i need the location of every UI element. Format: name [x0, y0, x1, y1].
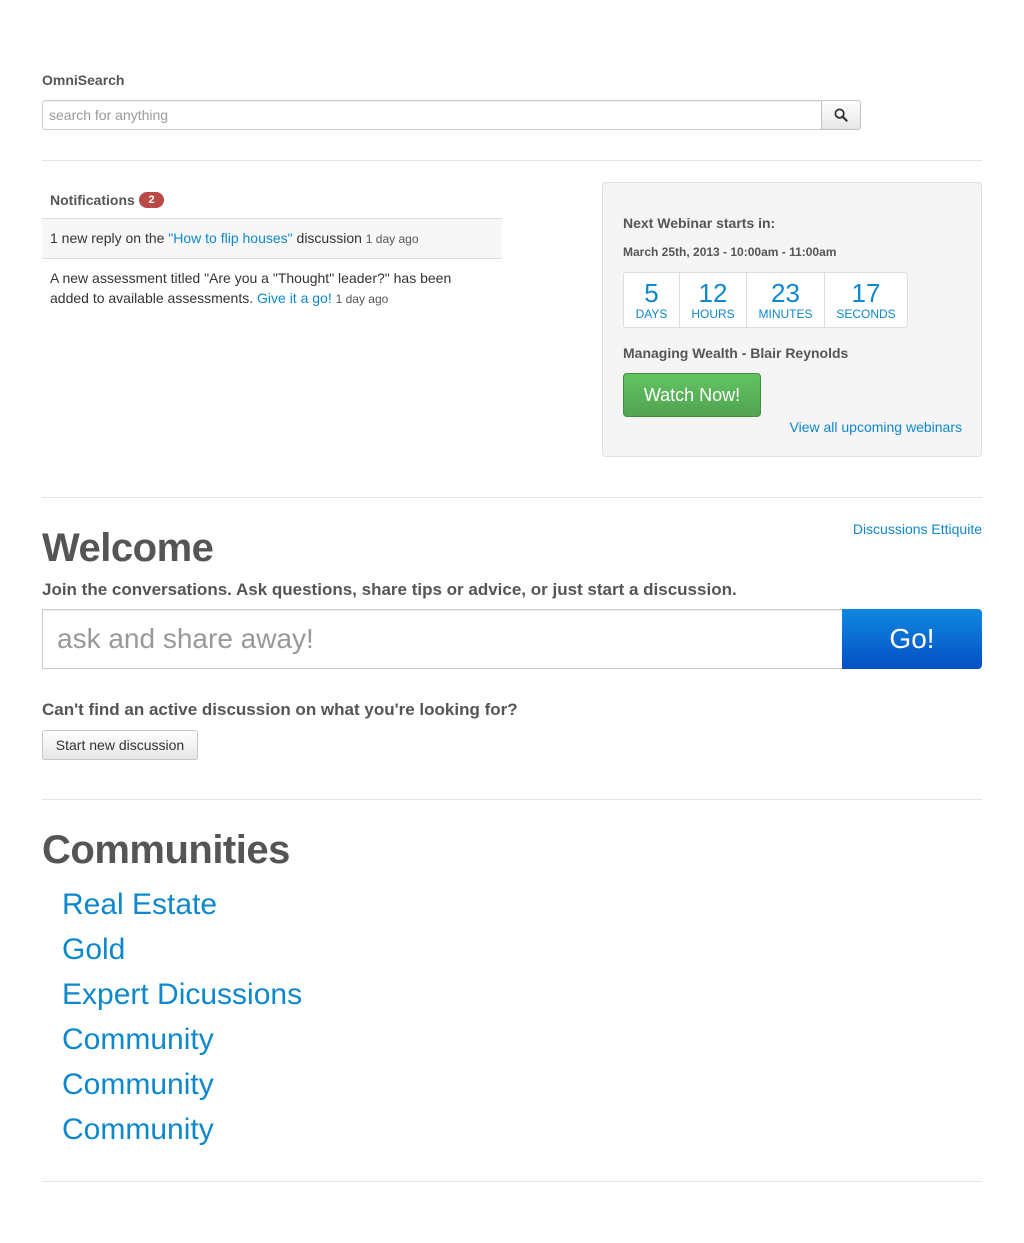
notifications-count-badge: 2 [139, 192, 164, 208]
notification-item: 1 new reply on the "How to flip houses" … [42, 218, 502, 258]
countdown-label: DAYS [635, 307, 668, 321]
community-link-gold[interactable]: Gold [62, 933, 125, 966]
divider [42, 799, 982, 800]
notification-time: 1 day ago [335, 292, 389, 306]
countdown-minutes: 23 MINUTES [747, 273, 825, 327]
community-item: Community [62, 1107, 302, 1152]
countdown-seconds: 17 SECONDS [825, 273, 907, 327]
countdown-value: 17 [851, 278, 881, 308]
notifications-list: 1 new reply on the "How to flip houses" … [42, 218, 502, 318]
webinar-title: Next Webinar starts in: [623, 215, 776, 231]
webinar-name: Managing Wealth - Blair Reynolds [623, 345, 849, 361]
notification-assessment-link[interactable]: Give it a go! [257, 290, 332, 306]
webinar-date: March 25th, 2013 - 10:00am - 11:00am [623, 245, 837, 259]
countdown-label: HOURS [691, 307, 735, 321]
omnisearch-label: OmniSearch [42, 72, 125, 88]
notification-text: A new assessment titled "Are you a "Thou… [50, 270, 452, 306]
welcome-heading: Welcome [42, 526, 214, 570]
countdown-value: 12 [698, 278, 728, 308]
notification-item: A new assessment titled "Are you a "Thou… [42, 258, 502, 318]
discussions-etiquette-link[interactable]: Discussions Ettiquite [853, 521, 982, 537]
community-link-real-estate[interactable]: Real Estate [62, 888, 217, 921]
omnisearch-button[interactable] [821, 100, 861, 130]
notification-time: 1 day ago [365, 232, 419, 246]
welcome-subtitle: Join the conversations. Ask questions, s… [42, 580, 737, 599]
community-link[interactable]: Community [62, 1068, 214, 1101]
start-new-discussion-button[interactable]: Start new discussion [42, 730, 198, 760]
go-button[interactable]: Go! [842, 609, 982, 669]
divider [42, 1181, 982, 1182]
notification-text: discussion [292, 230, 362, 246]
community-link[interactable]: Community [62, 1023, 214, 1056]
community-item: Expert Dicussions [62, 972, 302, 1017]
view-all-webinars-link[interactable]: View all upcoming webinars [790, 419, 963, 435]
countdown-label: MINUTES [758, 307, 813, 321]
countdown-label: SECONDS [836, 307, 896, 321]
divider [42, 160, 982, 161]
notification-text: 1 new reply on the [50, 230, 169, 246]
notifications-title: Notifications [50, 192, 135, 208]
ask-share-input[interactable] [42, 609, 857, 669]
search-icon [834, 108, 848, 122]
watch-now-button[interactable]: Watch Now! [623, 373, 761, 417]
countdown-hours: 12 HOURS [680, 273, 747, 327]
community-item: Community [62, 1062, 302, 1107]
countdown-value: 5 [644, 278, 659, 308]
divider [42, 497, 982, 498]
community-link[interactable]: Community [62, 1113, 214, 1146]
webinar-countdown: 5 DAYS 12 HOURS 23 MINUTES 17 SECONDS [623, 272, 908, 328]
notification-discussion-link[interactable]: "How to flip houses" [168, 230, 292, 246]
community-item: Community [62, 1017, 302, 1062]
cant-find-text: Can't find an active discussion on what … [42, 700, 518, 719]
webinar-panel: Next Webinar starts in: March 25th, 2013… [602, 182, 982, 457]
countdown-days: 5 DAYS [624, 273, 680, 327]
communities-heading: Communities [42, 828, 290, 872]
communities-list: Real Estate Gold Expert Dicussions Commu… [62, 882, 302, 1152]
community-item: Real Estate [62, 882, 302, 927]
countdown-value: 23 [771, 278, 800, 308]
community-item: Gold [62, 927, 302, 972]
omnisearch-input[interactable] [42, 100, 826, 130]
community-link-expert-discussions[interactable]: Expert Dicussions [62, 978, 302, 1011]
